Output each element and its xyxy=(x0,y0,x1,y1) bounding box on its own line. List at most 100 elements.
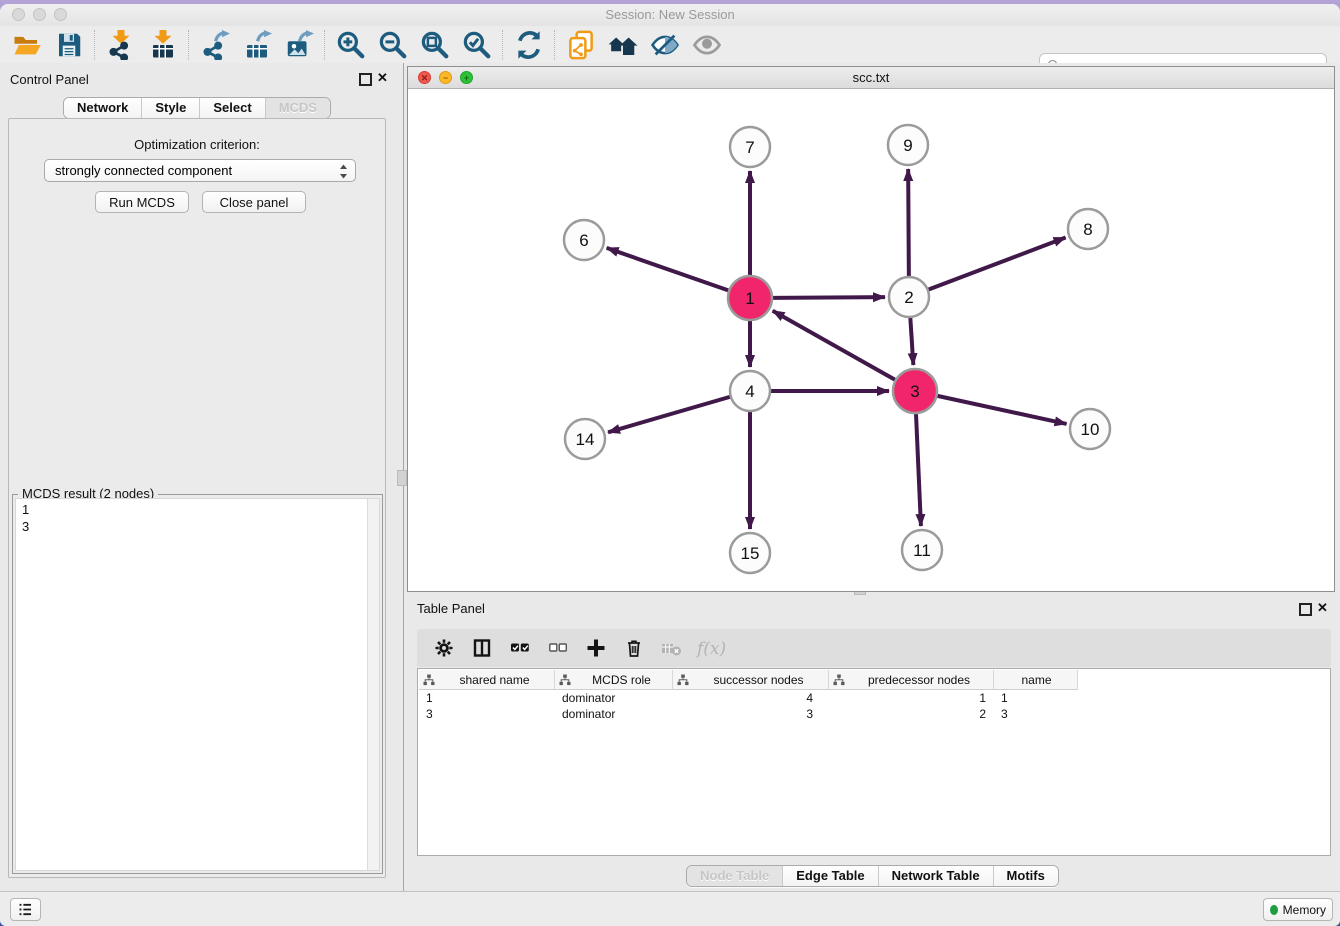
column-header-predecessor-nodes[interactable]: predecessor nodes xyxy=(829,670,994,690)
mcds-result-textarea[interactable]: 13 xyxy=(15,498,380,871)
graph-node-8[interactable]: 8 xyxy=(1068,209,1108,249)
graph-node-2[interactable]: 2 xyxy=(889,277,929,317)
graph-node-3[interactable]: 3 xyxy=(893,369,937,413)
close-panel-button[interactable]: Close panel xyxy=(202,191,306,213)
import-network-icon xyxy=(106,30,136,60)
graph-node-7[interactable]: 7 xyxy=(730,127,770,167)
gear-button[interactable] xyxy=(429,634,459,662)
graph-edge-3-1[interactable] xyxy=(773,311,895,380)
graph-edge-3-11[interactable] xyxy=(916,414,921,526)
zoom-selected-button[interactable] xyxy=(459,29,495,61)
show-panels-button[interactable] xyxy=(10,898,41,921)
tab-select[interactable]: Select xyxy=(200,98,265,118)
import-table-button[interactable] xyxy=(145,29,181,61)
svg-text:6: 6 xyxy=(579,231,588,250)
table-cell[interactable]: 1 xyxy=(419,690,555,706)
tab-mcds[interactable]: MCDS xyxy=(266,98,330,118)
graph-node-4[interactable]: 4 xyxy=(730,371,770,411)
graph-edge-2-9[interactable] xyxy=(908,169,909,276)
toolbar-separator xyxy=(554,30,556,60)
table-cell[interactable]: 4 xyxy=(673,690,829,706)
svg-text:10: 10 xyxy=(1081,420,1100,439)
close-panel-icon[interactable]: ✕ xyxy=(377,72,388,83)
refresh-view-icon xyxy=(514,30,544,60)
table-cell[interactable]: 1 xyxy=(994,690,1078,706)
graph-edge-1-6[interactable] xyxy=(607,248,729,290)
zoom-in-button[interactable] xyxy=(333,29,369,61)
column-header-MCDS-role[interactable]: MCDS role xyxy=(555,670,673,690)
result-scrollbar[interactable] xyxy=(367,499,379,870)
table-cell[interactable]: 3 xyxy=(994,706,1078,722)
graph-node-6[interactable]: 6 xyxy=(564,220,604,260)
table-cell[interactable]: 1 xyxy=(829,690,994,706)
graph-node-10[interactable]: 10 xyxy=(1070,409,1110,449)
home-view-button[interactable] xyxy=(605,29,641,61)
copy-view-button[interactable] xyxy=(563,29,599,61)
svg-text:7: 7 xyxy=(745,138,754,157)
save-session-button[interactable] xyxy=(51,29,87,61)
graph-edge-2-3[interactable] xyxy=(910,318,913,365)
show-hidden-button[interactable] xyxy=(689,29,725,61)
graph-node-9[interactable]: 9 xyxy=(888,125,928,165)
tab-edge-table[interactable]: Edge Table xyxy=(783,866,878,886)
add-button[interactable] xyxy=(581,634,611,662)
table-row[interactable]: 3dominator323 xyxy=(419,706,1078,722)
table-cell[interactable]: 3 xyxy=(419,706,555,722)
table-row[interactable]: 1dominator411 xyxy=(419,690,1078,706)
deselect-all-icon xyxy=(548,638,568,658)
graph-node-14[interactable]: 14 xyxy=(565,419,605,459)
table-cell[interactable]: 2 xyxy=(829,706,994,722)
panel-divider-grip[interactable] xyxy=(397,470,407,486)
float-table-panel-icon[interactable] xyxy=(1299,603,1312,616)
memory-button[interactable]: Memory xyxy=(1263,898,1333,921)
graph-edge-1-2[interactable] xyxy=(773,297,885,298)
table-cell[interactable]: dominator xyxy=(555,706,673,722)
zoom-selected-icon xyxy=(462,30,492,60)
delete-table-button xyxy=(657,634,687,662)
network-canvas[interactable]: 7 9 6 8 1 2 4 3 14 10 15 11 xyxy=(408,88,1334,592)
refresh-view-button[interactable] xyxy=(511,29,547,61)
hide-selected-icon xyxy=(650,30,680,60)
hide-selected-button[interactable] xyxy=(647,29,683,61)
graph-node-1[interactable]: 1 xyxy=(728,276,772,320)
import-network-button[interactable] xyxy=(103,29,139,61)
tab-network[interactable]: Network xyxy=(64,98,142,118)
column-type-icon xyxy=(423,674,435,686)
table-cell[interactable]: 3 xyxy=(673,706,829,722)
zoom-fit-button[interactable] xyxy=(417,29,453,61)
zoom-out-button[interactable] xyxy=(375,29,411,61)
float-panel-icon[interactable] xyxy=(359,73,372,86)
column-header-successor-nodes[interactable]: successor nodes xyxy=(673,670,829,690)
select-all-button[interactable] xyxy=(505,634,535,662)
copy-view-icon xyxy=(566,30,596,60)
table-toolbar: f(x) xyxy=(417,629,1331,667)
graph-edge-3-10[interactable] xyxy=(937,396,1066,424)
run-mcds-button[interactable]: Run MCDS xyxy=(95,191,189,213)
gear-icon xyxy=(434,638,454,658)
split-columns-button[interactable] xyxy=(467,634,497,662)
tab-node-table[interactable]: Node Table xyxy=(687,866,783,886)
graph-node-11[interactable]: 11 xyxy=(902,530,942,570)
close-table-panel-icon[interactable]: ✕ xyxy=(1317,602,1328,613)
criterion-select-value: strongly connected component xyxy=(55,163,232,178)
graph-edge-4-14[interactable] xyxy=(608,397,730,432)
export-network-button[interactable] xyxy=(197,29,233,61)
column-header-shared-name[interactable]: shared name xyxy=(419,670,555,690)
graph-node-15[interactable]: 15 xyxy=(730,533,770,573)
select-all-icon xyxy=(510,638,530,658)
add-icon xyxy=(586,638,606,658)
tab-motifs[interactable]: Motifs xyxy=(994,866,1058,886)
deselect-all-button[interactable] xyxy=(543,634,573,662)
export-table-icon xyxy=(242,30,272,60)
column-header-name[interactable]: name xyxy=(994,670,1078,690)
trash-button[interactable] xyxy=(619,634,649,662)
open-file-button[interactable] xyxy=(9,29,45,61)
tab-style[interactable]: Style xyxy=(142,98,200,118)
tab-network-table[interactable]: Network Table xyxy=(879,866,994,886)
export-table-button[interactable] xyxy=(239,29,275,61)
table-cell[interactable]: dominator xyxy=(555,690,673,706)
criterion-select[interactable]: strongly connected component xyxy=(44,159,356,182)
export-image-button[interactable] xyxy=(281,29,317,61)
svg-text:9: 9 xyxy=(903,136,912,155)
graph-edge-2-8[interactable] xyxy=(929,238,1066,290)
